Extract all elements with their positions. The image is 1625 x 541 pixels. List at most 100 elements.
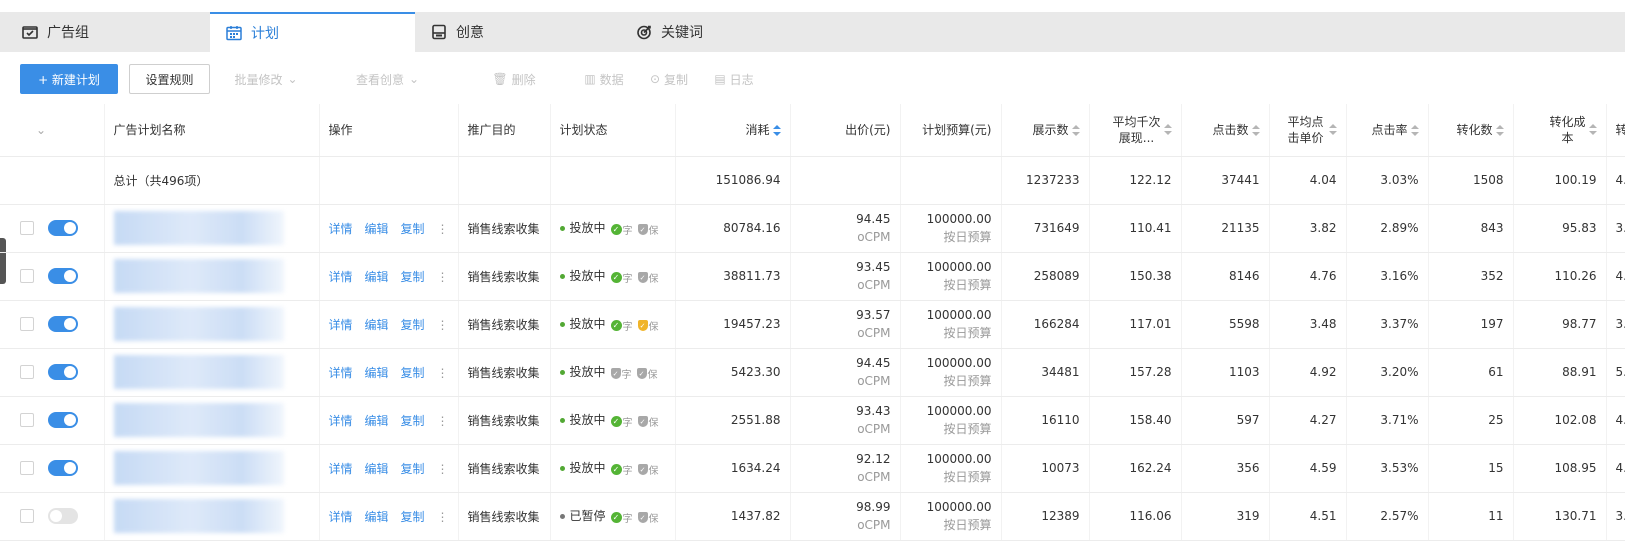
col-cpa[interactable]: 转化成本 xyxy=(1513,104,1606,156)
plan-toggle-switch[interactable] xyxy=(48,412,78,428)
detail-link[interactable]: 详情 xyxy=(329,222,353,236)
more-icon[interactable]: ⋮ xyxy=(437,510,449,524)
col-impressions[interactable]: 展示数 xyxy=(1001,104,1089,156)
more-icon[interactable]: ⋮ xyxy=(437,414,449,428)
table-row[interactable]: 详情编辑复制⋮销售线索收集投放中✓字✓保19457.2393.57oCPM100… xyxy=(0,300,1625,348)
edit-link[interactable]: 编辑 xyxy=(365,414,389,428)
copy-link[interactable]: 复制 xyxy=(401,270,425,284)
col-cpc[interactable]: 平均点击单价 xyxy=(1269,104,1346,156)
data-button[interactable]: ▥数据 xyxy=(580,64,628,94)
tab-bar: 广告组 计划 创意 关键词 xyxy=(0,12,1625,52)
row-checkbox[interactable] xyxy=(20,461,34,475)
tab-plan[interactable]: 计划 xyxy=(210,12,415,52)
sort-icon[interactable] xyxy=(1496,125,1504,137)
sort-icon[interactable] xyxy=(1411,125,1419,137)
view-creative-dropdown[interactable]: 查看创意 ⌄ xyxy=(340,64,435,94)
plan-name-cell[interactable] xyxy=(104,396,319,444)
more-icon[interactable]: ⋮ xyxy=(437,366,449,380)
bao-tag: ✓保 xyxy=(638,462,659,477)
detail-link[interactable]: 详情 xyxy=(329,318,353,332)
more-icon[interactable]: ⋮ xyxy=(437,222,449,236)
plan-name-cell[interactable] xyxy=(104,300,319,348)
select-all-chevron-icon[interactable]: ⌄ xyxy=(36,123,46,137)
new-plan-button[interactable]: + 新建计划 xyxy=(20,64,118,94)
table-row[interactable]: 详情编辑复制⋮销售线索收集投放中✓字✓保5423.3094.45oCPM1000… xyxy=(0,348,1625,396)
plan-toggle-switch[interactable] xyxy=(48,364,78,380)
row-checkbox[interactable] xyxy=(20,509,34,523)
switch-knob xyxy=(50,510,62,522)
copy-link[interactable]: 复制 xyxy=(401,222,425,236)
edit-link[interactable]: 编辑 xyxy=(365,462,389,476)
detail-link[interactable]: 详情 xyxy=(329,366,353,380)
detail-link[interactable]: 详情 xyxy=(329,414,353,428)
copy-link[interactable]: 复制 xyxy=(401,462,425,476)
detail-link[interactable]: 详情 xyxy=(329,510,353,524)
sort-icon[interactable] xyxy=(1589,124,1597,136)
copy-link[interactable]: 复制 xyxy=(401,366,425,380)
col-cpm[interactable]: 平均千次展现... xyxy=(1089,104,1181,156)
cvr-cell: 4.21% xyxy=(1606,444,1625,492)
impressions-cell: 731649 xyxy=(1001,204,1089,252)
plan-toggle-switch[interactable] xyxy=(48,268,78,284)
clicks-cell: 597 xyxy=(1181,396,1269,444)
row-checkbox[interactable] xyxy=(20,269,34,283)
ctr-cell: 3.71% xyxy=(1346,396,1428,444)
set-rules-button[interactable]: 设置规则 xyxy=(129,64,210,94)
col-conversions[interactable]: 转化数 xyxy=(1428,104,1513,156)
copy-link[interactable]: 复制 xyxy=(401,318,425,332)
row-checkbox[interactable] xyxy=(20,317,34,331)
tab-ad-group[interactable]: 广告组 xyxy=(0,12,210,52)
col-ctr[interactable]: 点击率 xyxy=(1346,104,1428,156)
delete-button[interactable]: 🗑删除 xyxy=(490,64,538,94)
sort-icon[interactable] xyxy=(1252,125,1260,137)
plan-toggle-switch[interactable] xyxy=(48,316,78,332)
cpc-cell: 4.76 xyxy=(1269,252,1346,300)
edit-link[interactable]: 编辑 xyxy=(365,318,389,332)
budget-cell: 100000.00按日预算 xyxy=(900,300,1001,348)
sort-icon[interactable] xyxy=(1329,124,1337,136)
sort-icon[interactable] xyxy=(1072,125,1080,137)
table-row[interactable]: 详情编辑复制⋮销售线索收集投放中✓字✓保80784.1694.45oCPM100… xyxy=(0,204,1625,252)
batch-edit-dropdown[interactable]: 批量修改 ⌄ xyxy=(226,64,306,94)
sort-icon[interactable] xyxy=(773,125,781,137)
more-icon[interactable]: ⋮ xyxy=(437,270,449,284)
plan-name-cell[interactable] xyxy=(104,252,319,300)
status-cell: 投放中✓字✓保 xyxy=(550,444,675,492)
plan-name-cell[interactable] xyxy=(104,444,319,492)
copy-link[interactable]: 复制 xyxy=(401,510,425,524)
detail-link[interactable]: 详情 xyxy=(329,462,353,476)
copy-link[interactable]: 复制 xyxy=(401,414,425,428)
edit-link[interactable]: 编辑 xyxy=(365,270,389,284)
col-clicks[interactable]: 点击数 xyxy=(1181,104,1269,156)
col-cvr[interactable]: 转化率 xyxy=(1606,104,1625,156)
budget-type: 按日预算 xyxy=(910,420,992,438)
tab-keyword[interactable]: 关键词 xyxy=(620,12,825,52)
edit-link[interactable]: 编辑 xyxy=(365,366,389,380)
plan-toggle-switch[interactable] xyxy=(48,508,78,524)
zi-tag: ✓字 xyxy=(611,270,633,285)
plan-toggle-switch[interactable] xyxy=(48,460,78,476)
plan-toggle-switch[interactable] xyxy=(48,220,78,236)
col-ops: 操作 xyxy=(319,104,458,156)
table-row[interactable]: 详情编辑复制⋮销售线索收集投放中✓字✓保1634.2492.12oCPM1000… xyxy=(0,444,1625,492)
plan-name-cell[interactable] xyxy=(104,348,319,396)
more-icon[interactable]: ⋮ xyxy=(437,318,449,332)
edit-link[interactable]: 编辑 xyxy=(365,222,389,236)
sort-icon[interactable] xyxy=(1164,124,1172,136)
row-checkbox[interactable] xyxy=(20,365,34,379)
bid-type: oCPM xyxy=(800,372,891,390)
row-checkbox[interactable] xyxy=(20,221,34,235)
cpa-cell: 98.77 xyxy=(1513,300,1606,348)
table-row[interactable]: 详情编辑复制⋮销售线索收集投放中✓字✓保2551.8893.43oCPM1000… xyxy=(0,396,1625,444)
bao-tag: ✓保 xyxy=(638,510,659,525)
tab-creative[interactable]: 创意 xyxy=(415,12,620,52)
plan-name-cell[interactable] xyxy=(104,204,319,252)
copy-button[interactable]: ⊙复制 xyxy=(645,64,693,94)
row-checkbox[interactable] xyxy=(20,413,34,427)
more-icon[interactable]: ⋮ xyxy=(437,462,449,476)
table-row[interactable]: 详情编辑复制⋮销售线索收集投放中✓字✓保38811.7393.45oCPM100… xyxy=(0,252,1625,300)
edit-link[interactable]: 编辑 xyxy=(365,510,389,524)
log-button[interactable]: ▤日志 xyxy=(710,64,758,94)
col-cost[interactable]: 消耗 xyxy=(675,104,790,156)
detail-link[interactable]: 详情 xyxy=(329,270,353,284)
